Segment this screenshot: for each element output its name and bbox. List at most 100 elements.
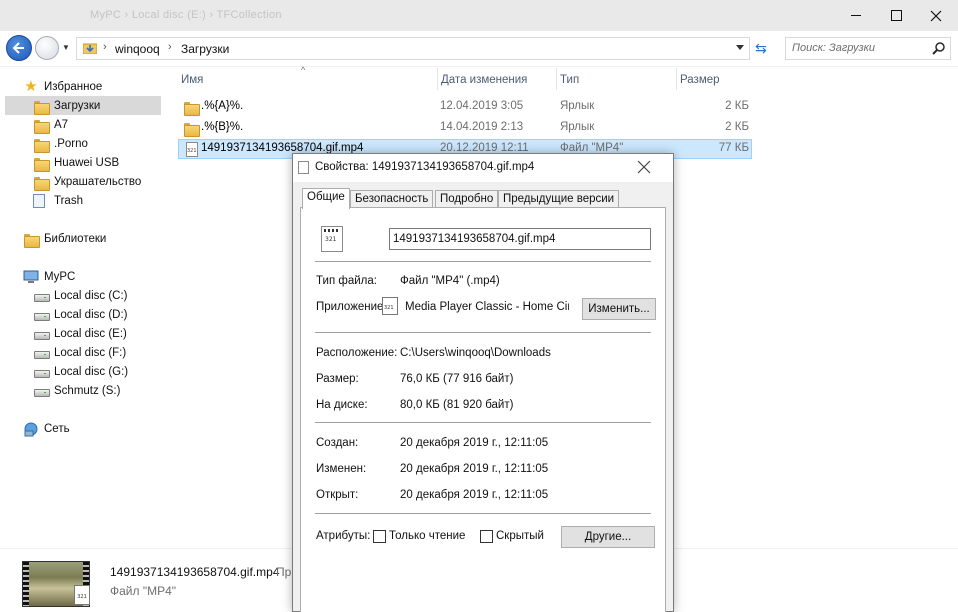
address-bar[interactable]: › winqooq › Загрузки xyxy=(76,37,750,60)
sidebar-item-label: Сеть xyxy=(44,422,70,435)
folder-icon xyxy=(33,174,50,191)
media-player-badge-icon: 321 xyxy=(74,585,90,605)
tab-security[interactable]: Безопасность xyxy=(350,190,434,208)
folder-icon xyxy=(33,155,50,172)
window-titlebar: MyPC › Local disc (E:) › TFCollection xyxy=(0,0,958,31)
file-name-field[interactable] xyxy=(389,228,651,250)
sidebar-drive-c[interactable]: Local disc (C:) xyxy=(33,286,189,305)
sidebar-item-label: Local disc (E:) xyxy=(54,327,127,340)
refresh-icon[interactable]: ⇆ xyxy=(755,40,767,57)
drive-icon xyxy=(33,383,50,399)
media-player-icon xyxy=(382,297,398,315)
divider xyxy=(315,332,651,333)
network-icon xyxy=(23,421,39,437)
general-tab-panel: 321 Тип файла: Файл "MP4" (.mp4) Приложе… xyxy=(300,207,666,612)
column-type-header[interactable]: Тип xyxy=(560,74,579,86)
window-title: MyPC › Local disc (E:) › TFCollection xyxy=(90,9,282,21)
change-app-button[interactable]: Изменить... xyxy=(582,298,656,320)
folder-icon xyxy=(33,98,50,115)
column-name-header[interactable]: Имя xyxy=(181,74,203,86)
sidebar-drive-s[interactable]: Schmutz (S:) xyxy=(33,381,189,400)
search-box[interactable] xyxy=(785,37,951,60)
close-window-button[interactable] xyxy=(916,0,956,31)
drive-icon xyxy=(33,345,50,361)
divider xyxy=(315,422,651,423)
address-dropdown-icon[interactable] xyxy=(736,45,744,50)
sidebar-item-label: Schmutz (S:) xyxy=(54,384,121,397)
sidebar-item-trash[interactable]: Trash xyxy=(33,191,189,210)
sidebar-network[interactable]: Сеть xyxy=(23,419,179,438)
column-date-header[interactable]: Дата изменения xyxy=(441,74,527,86)
file-size: 77 КБ xyxy=(718,142,749,154)
sidebar-drive-e[interactable]: Local disc (E:) xyxy=(33,324,189,343)
folder-icon xyxy=(33,117,50,134)
sidebar-drive-f[interactable]: Local disc (F:) xyxy=(33,343,189,362)
forward-button[interactable] xyxy=(35,36,59,60)
close-icon xyxy=(637,160,651,174)
tab-previous-versions[interactable]: Предыдущие версии xyxy=(498,190,620,208)
readonly-label[interactable]: Только чтение xyxy=(389,530,465,542)
app-name-value: Media Player Classic - Home Cinema xyxy=(405,301,569,313)
column-size-header[interactable]: Размер xyxy=(680,74,720,86)
sidebar-drive-g[interactable]: Local disc (G:) xyxy=(33,362,189,381)
system-drive-icon xyxy=(33,288,50,304)
opened-label: Открыт: xyxy=(316,489,359,501)
search-icon[interactable] xyxy=(932,41,946,55)
sidebar-favorites[interactable]: ★ Избранное xyxy=(23,77,179,96)
drive-icon xyxy=(33,307,50,323)
file-date: 12.04.2019 3:05 xyxy=(440,100,524,112)
sidebar-item-label: Избранное xyxy=(44,80,103,93)
sidebar-item-label: Local disc (C:) xyxy=(54,289,128,302)
minimize-button[interactable] xyxy=(836,0,876,31)
sidebar-item-porno[interactable]: .Porno xyxy=(33,134,189,153)
file-row[interactable]: .%{A}%. 12.04.2019 3:05 Ярлык 2 КБ xyxy=(178,97,752,117)
file-name: .%{B}%. xyxy=(201,121,244,133)
dialog-title: Свойства: 1491937134193658704.gif.mp4 xyxy=(315,161,535,173)
created-label: Создан: xyxy=(316,437,359,449)
column-divider[interactable] xyxy=(676,68,677,90)
file-size: 2 КБ xyxy=(725,121,749,133)
sidebar-item-label: Загрузки xyxy=(54,99,101,112)
sidebar-item-downloads[interactable]: Загрузки xyxy=(5,96,161,115)
breadcrumb-downloads[interactable]: Загрузки xyxy=(181,42,229,56)
shortcut-folder-icon xyxy=(183,99,200,116)
sort-ascending-icon: ^ xyxy=(301,65,306,75)
maximize-icon xyxy=(890,10,902,21)
sidebar-item-label: Local disc (D:) xyxy=(54,308,128,321)
breadcrumb-winqooq[interactable]: winqooq xyxy=(115,42,160,56)
tab-details[interactable]: Подробно xyxy=(435,190,499,208)
readonly-checkbox[interactable] xyxy=(373,530,386,543)
tab-general[interactable]: Общие xyxy=(302,188,350,209)
properties-dialog: Свойства: 1491937134193658704.gif.mp4 Об… xyxy=(292,153,674,612)
trash-icon xyxy=(33,193,45,208)
arrow-left-icon xyxy=(12,42,24,54)
sidebar-item-huawei-usb[interactable]: Huawei USB xyxy=(33,153,189,172)
sidebar-drive-d[interactable]: Local disc (D:) xyxy=(33,305,189,324)
disk-size-value: 80,0 КБ (81 920 байт) xyxy=(400,399,514,411)
dialog-titlebar[interactable]: Свойства: 1491937134193658704.gif.mp4 xyxy=(293,154,673,182)
file-row[interactable]: .%{B}%. 14.04.2019 2:13 Ярлык 2 КБ xyxy=(178,118,752,138)
sidebar-item-label: .Porno xyxy=(54,137,88,150)
search-input[interactable] xyxy=(792,38,932,58)
size-value: 76,0 КБ (77 916 байт) xyxy=(400,373,514,385)
sidebar-computer[interactable]: MyPC xyxy=(23,267,179,286)
history-dropdown-icon[interactable]: ▼ xyxy=(62,43,70,52)
hidden-label[interactable]: Скрытый xyxy=(496,530,544,542)
dialog-close-button[interactable] xyxy=(637,160,651,177)
created-value: 20 декабря 2019 г., 12:11:05 xyxy=(400,437,549,449)
maximize-button[interactable] xyxy=(876,0,916,31)
advanced-attributes-button[interactable]: Другие... xyxy=(561,526,655,548)
minimize-icon xyxy=(851,15,861,16)
drive-icon xyxy=(33,364,50,380)
back-button[interactable] xyxy=(6,35,32,61)
breadcrumb-separator: › xyxy=(103,41,107,53)
sidebar-item-ukrashatelstvo[interactable]: Украшательство xyxy=(33,172,189,191)
sidebar-libraries[interactable]: Библиотеки xyxy=(23,229,179,248)
sidebar-item-a7[interactable]: A7 xyxy=(33,115,189,134)
divider xyxy=(315,513,651,514)
column-divider[interactable] xyxy=(556,68,557,90)
column-divider[interactable] xyxy=(437,68,438,90)
location-value: C:\Users\winqooq\Downloads xyxy=(400,347,551,359)
hidden-checkbox[interactable] xyxy=(480,530,493,543)
shortcut-folder-icon xyxy=(183,120,200,137)
